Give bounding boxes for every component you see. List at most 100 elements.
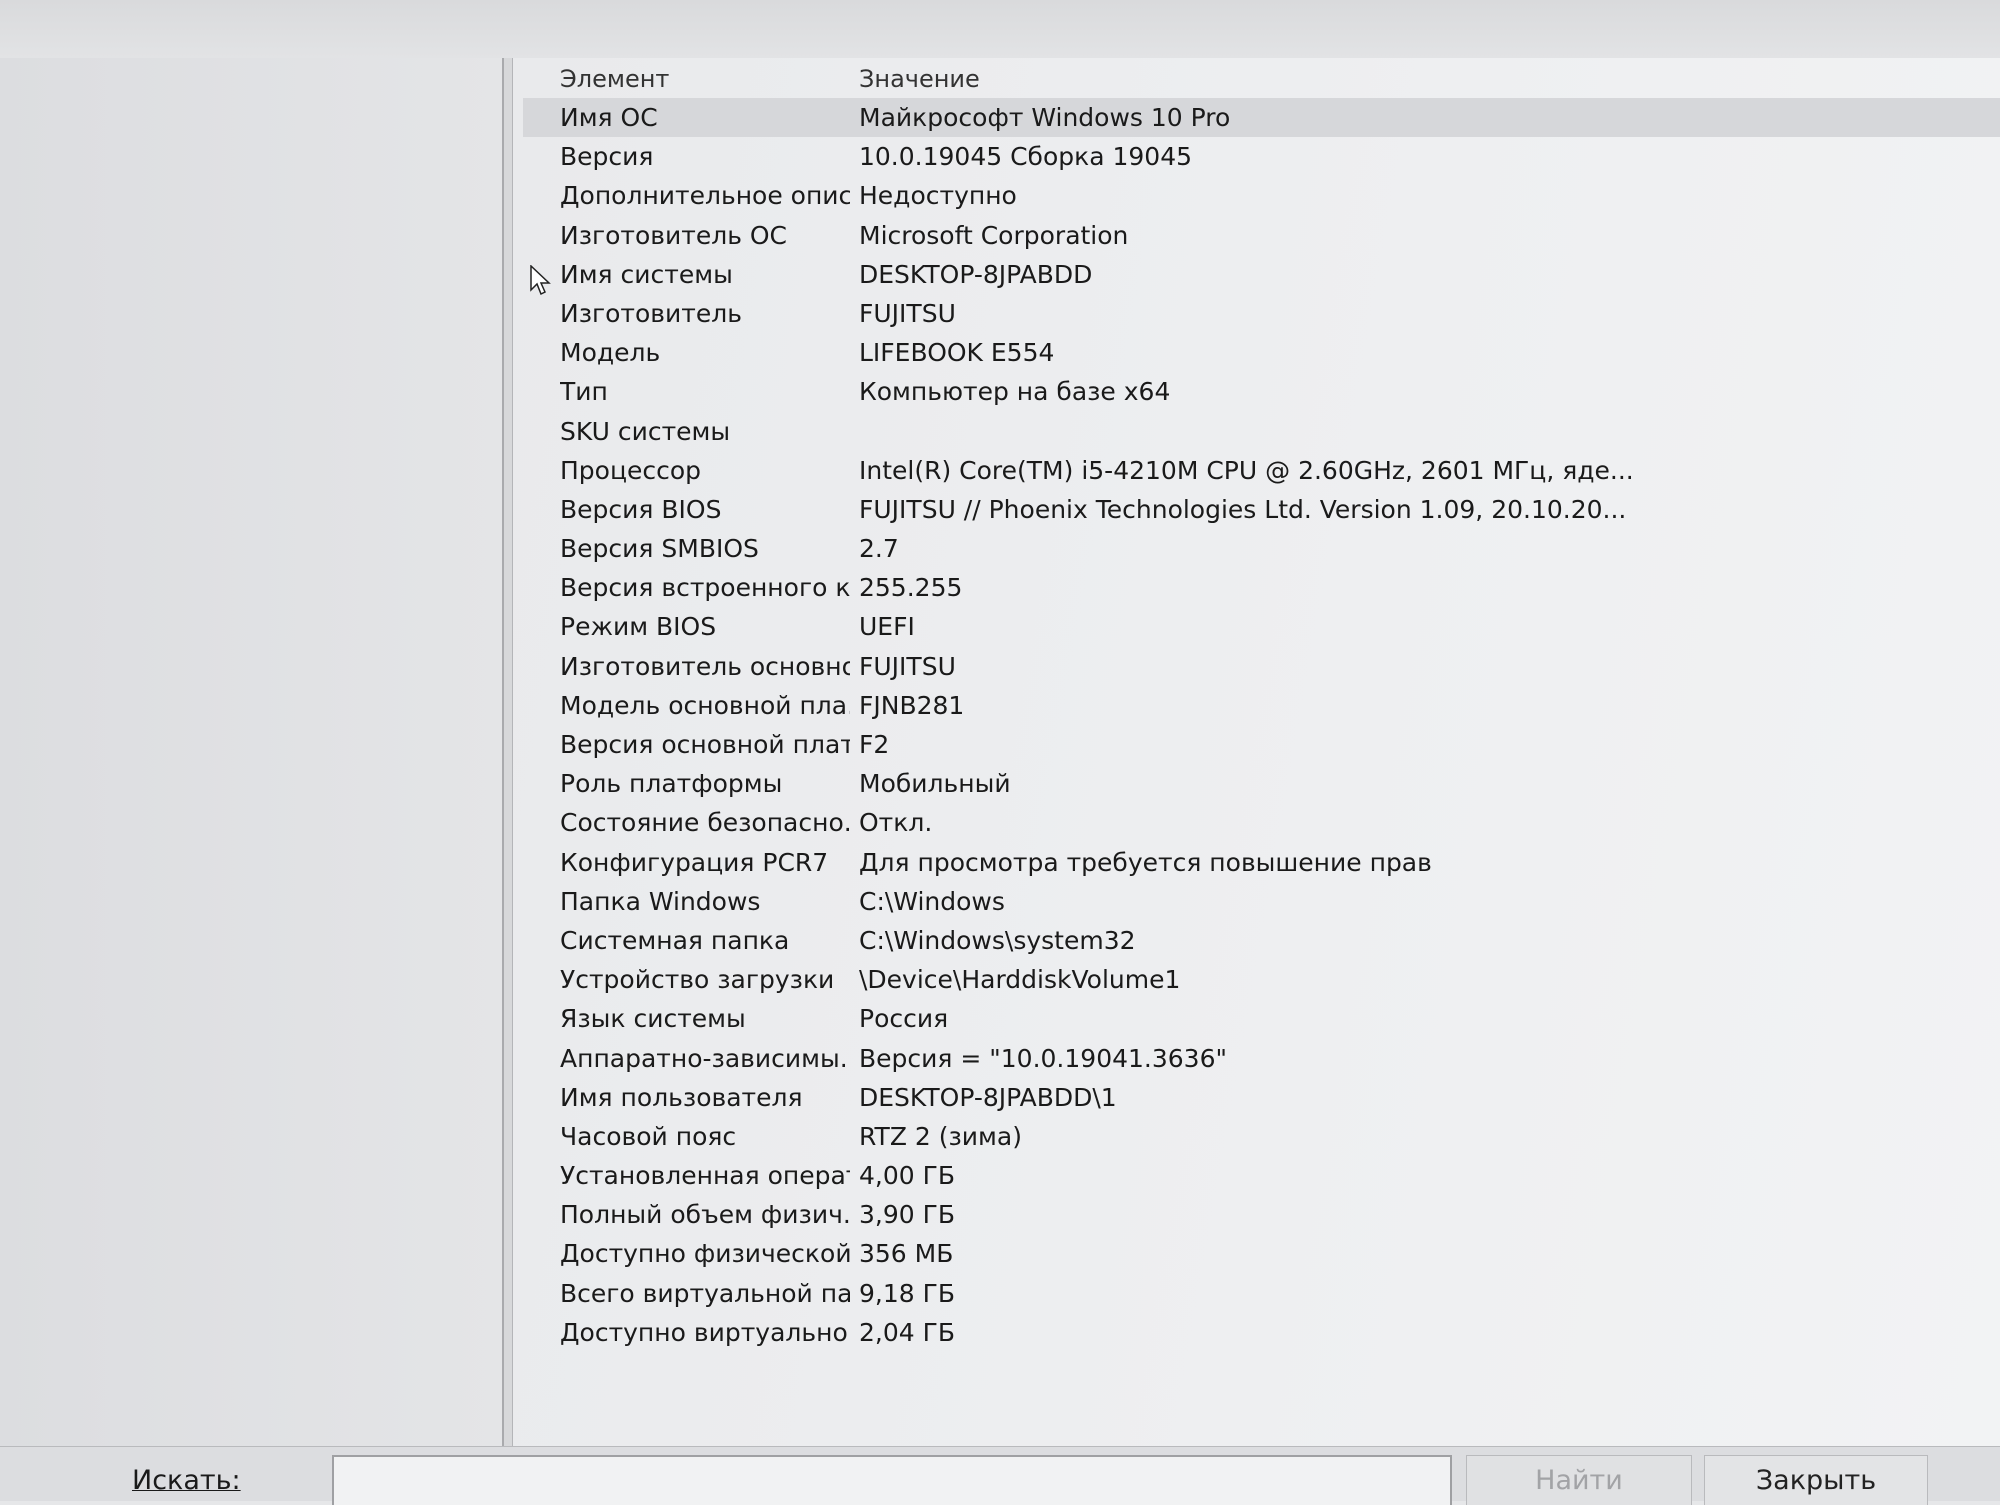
row-element-name: Тип — [560, 377, 608, 407]
table-row[interactable]: Дополнительное опис... Недоступно — [523, 176, 2000, 215]
row-element-value: 3,90 ГБ — [859, 1200, 956, 1230]
table-row[interactable]: Язык системы Россия — [523, 999, 2000, 1038]
row-element-name: Изготовитель ОС — [560, 220, 788, 250]
table-row[interactable]: Всего виртуальной па... 9,18 ГБ — [523, 1274, 2000, 1313]
row-element-value: Microsoft Corporation — [859, 220, 1129, 250]
table-row[interactable]: Устройство загрузки \Device\HarddiskVolum… — [523, 960, 2000, 999]
row-element-name: Процессор — [560, 455, 702, 485]
top-strip — [0, 0, 2000, 59]
row-element-value: F2 — [859, 730, 890, 759]
row-element-value: 2.7 — [859, 534, 899, 564]
row-element-name: Версия основной платы — [560, 730, 850, 759]
row-element-name: Язык системы — [560, 1004, 746, 1034]
table-row[interactable]: Полный объем физич... 3,90 ГБ — [523, 1195, 2000, 1234]
row-element-value: FUJITSU — [859, 651, 956, 681]
row-element-value: Мобильный — [859, 769, 1011, 799]
row-element-value: UEFI — [859, 612, 915, 642]
table-row[interactable]: Состояние безопасно... Откл. — [523, 803, 2000, 842]
row-element-name: Всего виртуальной па... — [560, 1278, 850, 1308]
table-row[interactable]: Роль платформы Мобильный — [523, 764, 2000, 803]
table-row[interactable]: Модель основной пла... FJNB281 — [523, 686, 2000, 725]
column-header-value[interactable]: Значение — [859, 65, 980, 93]
row-element-name: Имя ОС — [560, 103, 658, 132]
table-row[interactable]: Конфигурация PCR7 Для просмотра требуется… — [523, 843, 2000, 882]
table-row[interactable]: Имя ОС Майкрософт Windows 10 Pro — [523, 98, 2000, 138]
table-row[interactable]: Системная папка C:\Windows\system32 — [523, 921, 2000, 960]
close-button[interactable]: Закрыть — [1704, 1455, 1928, 1505]
row-element-name: Версия SMBIOS — [560, 534, 759, 564]
table-row[interactable]: Версия SMBIOS 2.7 — [523, 529, 2000, 568]
table-row[interactable]: Имя пользователя DESKTOP-8JPABDD\1 — [523, 1078, 2000, 1117]
row-element-name: Изготовитель основно... — [560, 651, 850, 681]
table-row[interactable]: Папка Windows C:\Windows — [523, 882, 2000, 921]
row-element-name: Версия — [560, 142, 654, 172]
table-row[interactable]: Версия BIOS FUJITSU // Phoenix Technologi… — [523, 490, 2000, 529]
search-input[interactable] — [332, 1455, 1452, 1505]
search-bar: Искать: Найти Закрыть — [0, 1446, 2000, 1505]
column-header-element[interactable]: Элемент — [560, 65, 669, 93]
row-element-name: Режим BIOS — [560, 612, 717, 642]
table-row[interactable]: Доступно физической ... 356 МБ — [523, 1234, 2000, 1273]
row-element-value: FJNB281 — [859, 690, 965, 720]
row-element-name: Роль платформы — [560, 769, 783, 799]
row-element-name: SKU системы — [560, 416, 731, 446]
row-element-name: Изготовитель — [560, 298, 742, 328]
pane-splitter[interactable] — [504, 58, 513, 1446]
table-row[interactable]: Режим BIOS UEFI — [523, 607, 2000, 646]
list-rows: Имя ОС Майкрософт Windows 10 Pro Версия 10.… — [523, 98, 2000, 1352]
table-row[interactable]: Имя системы DESKTOP-8JPABDD — [523, 255, 2000, 294]
row-element-value: Россия — [859, 1004, 949, 1034]
list-header: Элемент Значение — [523, 62, 2000, 96]
row-element-value: Недоступно — [859, 181, 1017, 211]
table-row[interactable]: Часовой пояс RTZ 2 (зима) — [523, 1117, 2000, 1156]
system-summary-list[interactable]: Элемент Значение Имя ОС Майкрософт Window… — [513, 58, 2000, 1446]
row-element-name: Доступно виртуально... — [560, 1317, 850, 1347]
row-element-name: Конфигурация PCR7 — [560, 847, 829, 877]
row-element-name: Модель — [560, 338, 661, 368]
row-element-value: 2,04 ГБ — [859, 1317, 956, 1347]
table-row[interactable]: Процессор Intel(R) Core(TM) i5-4210M CPU … — [523, 451, 2000, 490]
row-element-name: Версия BIOS — [560, 494, 722, 524]
find-button[interactable]: Найти — [1466, 1455, 1692, 1505]
table-row[interactable]: Тип Компьютер на базе x64 — [523, 372, 2000, 411]
table-row[interactable]: Модель LIFEBOOK E554 — [523, 333, 2000, 372]
table-row[interactable]: Изготовитель FUJITSU — [523, 294, 2000, 333]
row-element-value: 356 МБ — [859, 1239, 954, 1269]
table-row[interactable]: Версия 10.0.19045 Сборка 19045 — [523, 137, 2000, 176]
row-element-value: Intel(R) Core(TM) i5-4210M CPU @ 2.60GHz… — [859, 455, 1634, 485]
search-label: Искать: — [132, 1465, 241, 1496]
row-element-name: Часовой пояс — [560, 1121, 737, 1151]
table-row[interactable]: Изготовитель ОС Microsoft Corporation — [523, 216, 2000, 255]
row-element-name: Устройство загрузки — [560, 965, 835, 995]
row-element-name: Аппаратно-зависимы... — [560, 1043, 850, 1073]
row-element-value: DESKTOP-8JPABDD\1 — [859, 1082, 1117, 1112]
row-element-name: Состояние безопасно... — [560, 808, 850, 838]
row-element-value: 4,00 ГБ — [859, 1161, 956, 1191]
table-row[interactable]: Изготовитель основно... FUJITSU — [523, 647, 2000, 686]
row-element-value: FUJITSU // Phoenix Technologies Ltd. Ver… — [859, 494, 1627, 524]
row-element-name: Установленная операт... — [560, 1161, 850, 1191]
row-element-value: FUJITSU — [859, 298, 956, 328]
row-element-name: Дополнительное опис... — [560, 181, 850, 211]
table-row[interactable]: SKU системы — [523, 412, 2000, 451]
table-row[interactable]: Версия встроенного к... 255.255 — [523, 568, 2000, 607]
row-element-value: C:\Windows\system32 — [859, 925, 1136, 955]
row-element-value: 255.255 — [859, 573, 963, 603]
row-element-name: Полный объем физич... — [560, 1200, 850, 1230]
row-element-name: Версия встроенного к... — [560, 573, 850, 603]
mouse-cursor-icon — [530, 265, 551, 296]
row-element-value: Для просмотра требуется повышение прав — [859, 847, 1432, 877]
table-row[interactable]: Версия основной платы F2 — [523, 725, 2000, 764]
table-row[interactable]: Доступно виртуально... 2,04 ГБ — [523, 1313, 2000, 1352]
table-row[interactable]: Установленная операт... 4,00 ГБ — [523, 1156, 2000, 1195]
category-tree-pane[interactable] — [0, 58, 504, 1446]
row-element-value: RTZ 2 (зима) — [859, 1121, 1022, 1151]
row-element-value: Откл. — [859, 808, 933, 838]
row-element-value: Майкрософт Windows 10 Pro — [859, 103, 1231, 132]
row-element-name: Системная папка — [560, 925, 790, 955]
row-element-value: DESKTOP-8JPABDD — [859, 259, 1093, 289]
row-element-value: 9,18 ГБ — [859, 1278, 956, 1308]
table-row[interactable]: Аппаратно-зависимы... Версия = "10.0.1904… — [523, 1039, 2000, 1078]
row-element-name: Имя пользователя — [560, 1082, 803, 1112]
row-element-value: 10.0.19045 Сборка 19045 — [859, 142, 1193, 172]
